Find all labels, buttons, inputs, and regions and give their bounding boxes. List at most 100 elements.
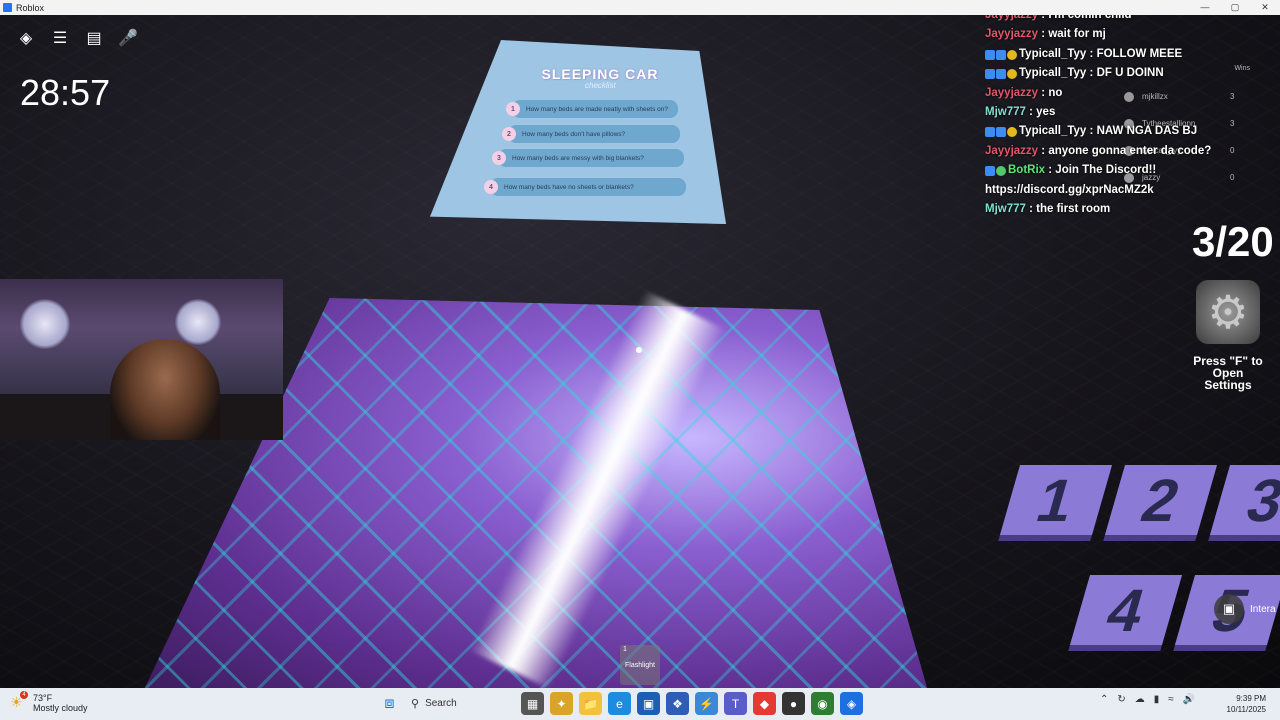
- search-icon: ⚲: [411, 698, 420, 710]
- roblox-topbar: ◈ ☰ ▤ 🎤: [16, 28, 138, 48]
- code-keypad: 1 2 3 4 5: [999, 465, 1280, 665]
- hotbar-slot-number: 1: [623, 646, 627, 653]
- settings-hint: Press "F" to Open Settings: [1193, 354, 1263, 392]
- speaker-icon[interactable]: 🔊: [1183, 694, 1195, 705]
- roblox-logo-icon[interactable]: ◈: [16, 28, 36, 48]
- gold-badge-icon: [1007, 68, 1017, 79]
- chat-badges: [985, 165, 1006, 176]
- taskbar-clock[interactable]: 9:39 PM 10/11/2025: [1220, 693, 1266, 715]
- chat-message: https://discord.gg/xprNacMZ2k: [985, 181, 1280, 200]
- minimize-button[interactable]: —: [1190, 2, 1220, 13]
- store-icon[interactable]: ▣: [637, 692, 660, 715]
- edge-browser-icon[interactable]: e: [608, 692, 631, 715]
- weather-sun-icon: ☀ 4: [10, 691, 28, 712]
- chat-message: Jayyjazzy : no: [985, 84, 1280, 103]
- weather-widget[interactable]: ☀ 4 73°F Mostly cloudy: [10, 691, 88, 713]
- battery-icon[interactable]: ▮: [1154, 694, 1160, 705]
- chat-message: Typicall_Tyy : FOLLOW MEEE: [985, 45, 1280, 64]
- question-number: 1: [506, 102, 520, 116]
- keypad-key-1[interactable]: 1: [999, 465, 1113, 535]
- green-badge-icon: [996, 165, 1006, 176]
- chat-username: Jayyjazzy: [985, 144, 1039, 157]
- taskbar-search[interactable]: ⚲ Search: [407, 693, 515, 715]
- round-timer: 28:57: [20, 72, 111, 113]
- chat-username: Mjw777: [985, 203, 1026, 216]
- settings-gear-button[interactable]: ⚙: [1196, 280, 1260, 344]
- blue-badge-icon: [996, 68, 1006, 79]
- chat-icon[interactable]: ▤: [84, 28, 104, 48]
- file-explorer-icon[interactable]: 📁: [579, 692, 602, 715]
- webcam-overlay: [0, 279, 283, 440]
- chat-text: https://discord.gg/xprNacMZ2k: [985, 183, 1154, 196]
- blue-badge-icon: [985, 165, 995, 176]
- chat-separator: :: [1086, 67, 1097, 80]
- teams-icon[interactable]: T: [724, 692, 747, 715]
- gear-icon: ⚙: [1207, 286, 1249, 338]
- microphone-icon[interactable]: 🎤: [118, 28, 138, 48]
- gold-badge-icon: [1007, 127, 1017, 138]
- sign-title: SLEEPING CAR: [541, 66, 659, 82]
- chat-badges: [985, 127, 1017, 138]
- question-number: 3: [492, 151, 506, 165]
- chat-text: yes: [1036, 106, 1056, 119]
- chat-text: NAW NGA DAS BJ: [1096, 125, 1198, 138]
- keypad-key-4[interactable]: 4: [1069, 575, 1183, 645]
- wifi-icon[interactable]: ≈: [1168, 694, 1174, 705]
- blue-badge-icon: [985, 49, 995, 60]
- weather-temperature: 73°F: [33, 693, 53, 703]
- chat-text: no: [1048, 86, 1063, 99]
- question-text: How many beds don't have pillows?: [522, 130, 626, 138]
- search-placeholder: Search: [425, 698, 457, 709]
- interact-prompt[interactable]: ▣ Intera: [1214, 594, 1276, 624]
- chat-username: Mjw777: [985, 106, 1026, 119]
- cloud-icon[interactable]: ☁: [1135, 694, 1145, 705]
- chat-username: Jayyjazzy: [985, 28, 1039, 41]
- moon-decoration: [20, 299, 70, 349]
- chrome-icon[interactable]: ◉: [811, 692, 834, 715]
- blue-badge-icon: [985, 68, 995, 79]
- keypad-key-2[interactable]: 2: [1104, 465, 1218, 535]
- blue-badge-icon: [985, 127, 995, 138]
- power-automate-icon[interactable]: ⚡: [695, 692, 718, 715]
- app-red-icon[interactable]: ◆: [753, 692, 776, 715]
- chat-username: Typicall_Tyy: [1019, 47, 1087, 60]
- weather-alert-badge: 4: [20, 691, 28, 699]
- chat-message: Typicall_Tyy : NAW NGA DAS BJ: [985, 122, 1280, 141]
- gold-badge-icon: [1007, 49, 1017, 60]
- sign-question: 4 How many beds have no sheets or blanke…: [484, 178, 686, 196]
- network-icon[interactable]: ↻: [1117, 694, 1125, 705]
- chat-separator: :: [1038, 28, 1049, 41]
- obs-icon[interactable]: ●: [782, 692, 805, 715]
- maximize-button[interactable]: ▢: [1220, 2, 1250, 13]
- windows-start-icon[interactable]: ⧈: [378, 692, 401, 715]
- chevron-up-icon[interactable]: ⌃: [1100, 694, 1108, 705]
- chat-badges: [985, 68, 1017, 79]
- crosshair: [636, 347, 642, 353]
- windows-taskbar: ☀ 4 73°F Mostly cloudy ⧈ ⚲ Search ▦ ✦ 📁 …: [0, 688, 1280, 720]
- progress-counter: 3/20: [1192, 218, 1274, 265]
- task-view-icon[interactable]: ▦: [521, 692, 544, 715]
- chat-message: Jayyjazzy : wait for mj: [985, 25, 1280, 44]
- clock-time: 9:39 PM: [1236, 694, 1266, 703]
- chat-message: Mjw777 : the first room: [985, 200, 1280, 219]
- question-text: How many beds are made neatly with sheet…: [526, 105, 668, 113]
- question-text: How many beds have no sheets or blankets…: [504, 183, 634, 191]
- copilot-icon[interactable]: ✦: [550, 692, 573, 715]
- chat-text: the first room: [1036, 203, 1111, 216]
- clock-date: 10/11/2025: [1226, 705, 1266, 714]
- chat-separator: :: [1038, 144, 1049, 157]
- menu-icon[interactable]: ☰: [50, 28, 70, 48]
- keypad-key-3[interactable]: 3: [1209, 465, 1280, 535]
- chat-text: wait for mj: [1048, 28, 1106, 41]
- close-button[interactable]: ✕: [1250, 2, 1280, 13]
- question-text: How many beds are messy with big blanket…: [512, 154, 644, 162]
- chat-text: anyone gonna enter da code?: [1048, 144, 1212, 157]
- chat-message: Typicall_Tyy : DF U DOINN: [985, 64, 1280, 83]
- streamer: [110, 339, 220, 440]
- hotbar-slot[interactable]: 1 Flashlight: [620, 645, 660, 685]
- roblox-taskbar-icon[interactable]: ◈: [840, 692, 863, 715]
- chat-separator: :: [1025, 203, 1037, 216]
- dropbox-icon[interactable]: ❖: [666, 692, 689, 715]
- chat-message: Mjw777 : yes: [985, 103, 1280, 122]
- window-title: Roblox: [16, 2, 45, 13]
